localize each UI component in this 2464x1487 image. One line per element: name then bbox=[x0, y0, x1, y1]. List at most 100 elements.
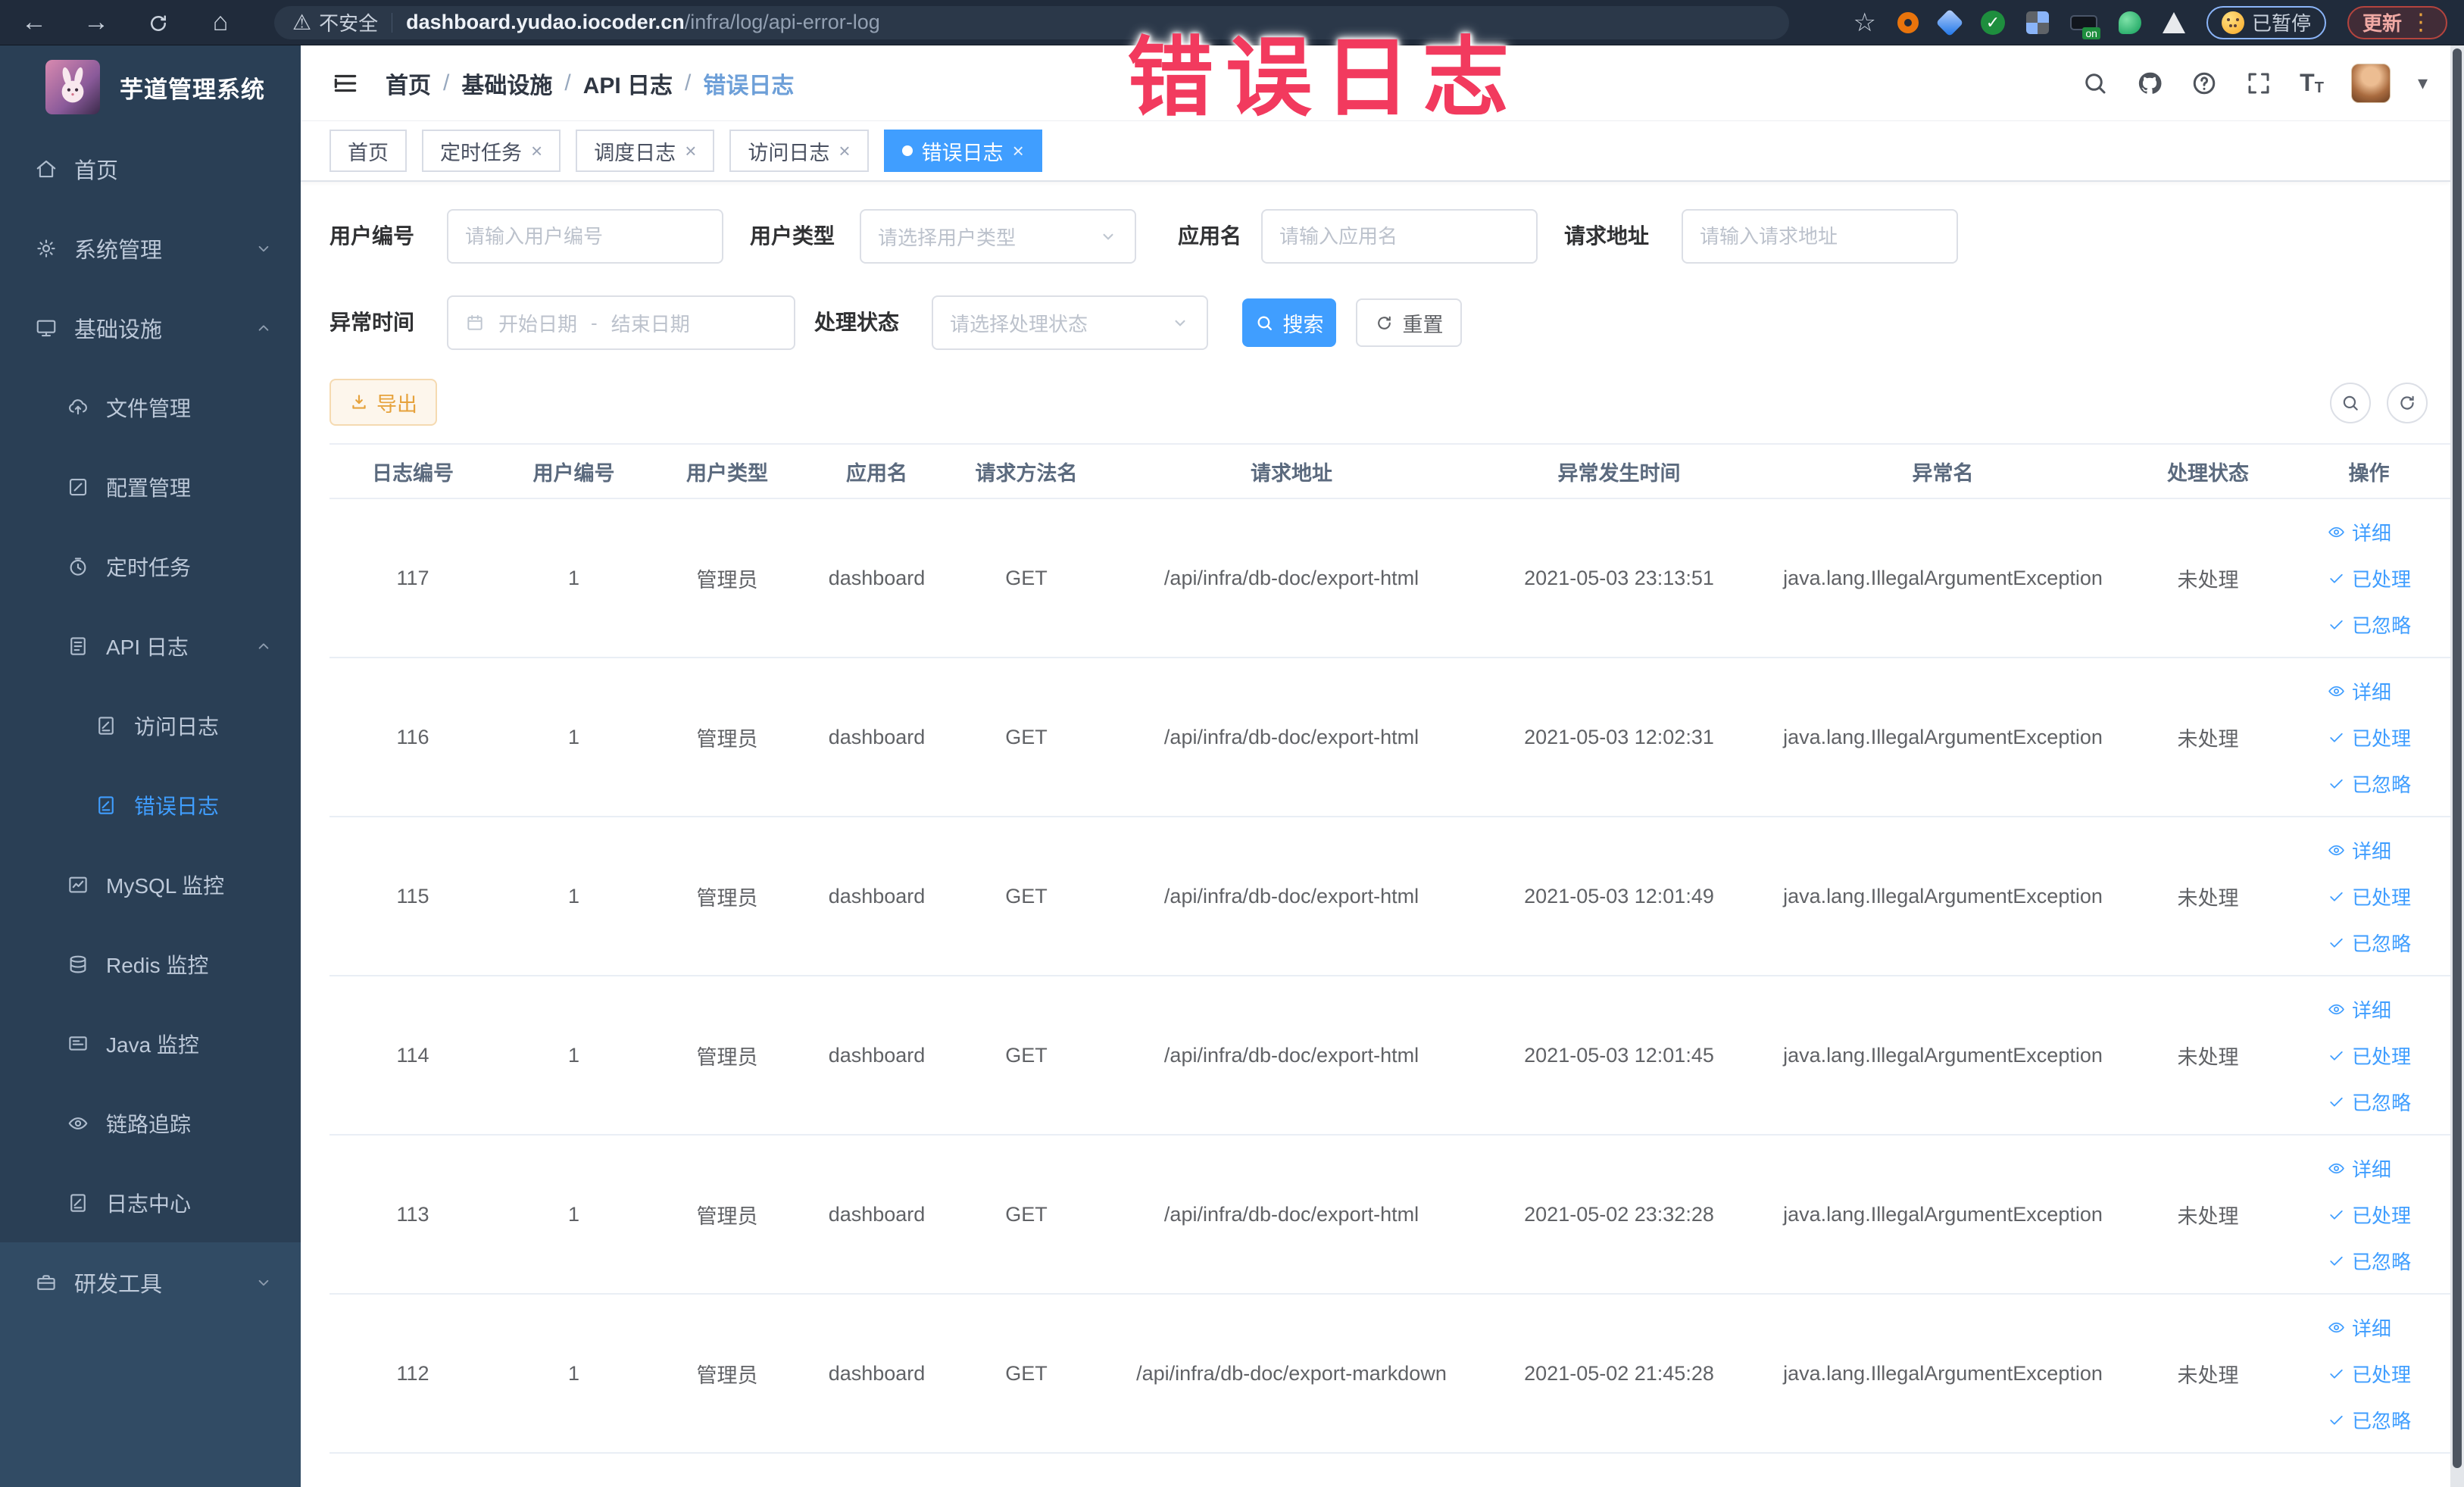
action-ignored-link[interactable]: 已忽略 bbox=[2327, 929, 2411, 957]
breadcrumb-item[interactable]: 首页 bbox=[386, 67, 431, 100]
process-status-select[interactable]: 请选择处理状态 bbox=[932, 295, 1208, 350]
tab-close-icon[interactable]: × bbox=[839, 139, 850, 163]
github-icon[interactable] bbox=[2136, 70, 2163, 97]
action-detail-link[interactable]: 详细 bbox=[2327, 1154, 2391, 1182]
update-button-label: 更新 bbox=[2362, 12, 2402, 35]
sidebar-item-file-management[interactable]: 文件管理 bbox=[0, 367, 301, 447]
help-icon[interactable] bbox=[2191, 70, 2218, 97]
breadcrumb-item[interactable]: 基础设施 bbox=[461, 67, 552, 100]
sidebar-item-config-management[interactable]: 配置管理 bbox=[0, 447, 301, 526]
extension-check-icon[interactable]: ✓ bbox=[1980, 10, 2005, 35]
action-detail-link[interactable]: 详细 bbox=[2327, 1314, 2391, 1342]
bookmark-star-icon[interactable]: ☆ bbox=[1853, 8, 1875, 38]
user-id-input[interactable] bbox=[447, 209, 723, 264]
tab-access-log[interactable]: 访问日志 × bbox=[729, 130, 869, 172]
app-name-input[interactable] bbox=[1261, 209, 1538, 264]
extension-orange-icon[interactable] bbox=[1897, 11, 1919, 33]
tab-job[interactable]: 定时任务 × bbox=[422, 130, 561, 172]
user-type-select[interactable]: 请选择用户类型 bbox=[860, 209, 1136, 264]
extensions-puzzle-icon[interactable] bbox=[2162, 11, 2185, 33]
page-scrollbar[interactable] bbox=[2450, 45, 2464, 1487]
browser-update-button[interactable]: 更新 ⋮ bbox=[2347, 5, 2447, 39]
browser-home-icon[interactable]: ⌂ bbox=[203, 8, 238, 37]
reset-button[interactable]: 重置 bbox=[1356, 298, 1462, 347]
action-ignored-link[interactable]: 已忽略 bbox=[2327, 1088, 2411, 1116]
extension-toggle-icon[interactable]: on bbox=[2069, 14, 2100, 39]
export-button[interactable]: 导出 bbox=[329, 379, 437, 426]
check-icon bbox=[2330, 573, 2343, 583]
action-processed-link[interactable]: 已处理 bbox=[2327, 1360, 2411, 1388]
action-label: 已忽略 bbox=[2351, 1409, 2411, 1432]
action-processed-link[interactable]: 已处理 bbox=[2327, 1042, 2411, 1070]
tab-job-log[interactable]: 调度日志 × bbox=[576, 130, 715, 172]
refresh-table-button[interactable] bbox=[2387, 383, 2428, 423]
scrollbar-thumb[interactable] bbox=[2453, 48, 2462, 1468]
action-detail-link[interactable]: 详细 bbox=[2327, 518, 2391, 546]
paused-badge-label: 已暂停 bbox=[2251, 12, 2311, 35]
sidebar-item-system-management[interactable]: 系统管理 bbox=[0, 208, 301, 288]
user-avatar[interactable] bbox=[2350, 63, 2391, 103]
action-detail-link[interactable]: 详细 bbox=[2327, 995, 2391, 1023]
sidebar-item-dev-tools[interactable]: 研发工具 bbox=[0, 1242, 301, 1322]
browser-reload-icon[interactable] bbox=[141, 8, 176, 37]
sidebar-collapse-icon[interactable] bbox=[331, 69, 360, 98]
sidebar-item-api-log[interactable]: API 日志 bbox=[0, 606, 301, 686]
cell-time: 2021-05-03 12:01:45 bbox=[1481, 976, 1757, 1136]
action-ignored-link[interactable]: 已忽略 bbox=[2327, 1247, 2411, 1275]
search-button[interactable]: 搜索 bbox=[1242, 298, 1336, 347]
browser-forward-icon[interactable]: → bbox=[79, 8, 114, 37]
avatar-caret-icon[interactable]: ▾ bbox=[2418, 71, 2428, 95]
browser-back-icon[interactable]: ← bbox=[17, 8, 52, 37]
tab-home[interactable]: 首页 bbox=[329, 130, 407, 172]
exception-time-range-picker[interactable]: 开始日期 - 结束日期 bbox=[447, 295, 795, 350]
cell-user_type: 管理员 bbox=[651, 976, 803, 1136]
cell-url: /api/infra/db-doc/export-html bbox=[1102, 976, 1481, 1136]
sidebar-item-mysql-monitor[interactable]: MySQL 监控 bbox=[0, 845, 301, 924]
request-url-label: 请求地址 bbox=[1564, 224, 1650, 248]
sidebar-item-error-log[interactable]: 错误日志 bbox=[0, 765, 301, 845]
action-processed-link[interactable]: 已处理 bbox=[2327, 1201, 2411, 1229]
sidebar-item-trace[interactable]: 链路追踪 bbox=[0, 1083, 301, 1163]
sidebar-item-infrastructure[interactable]: 基础设施 bbox=[0, 288, 301, 367]
extension-leaf-icon[interactable] bbox=[2118, 11, 2141, 34]
sidebar-item-scheduled-jobs[interactable]: 定时任务 bbox=[0, 526, 301, 606]
breadcrumb-item[interactable]: API 日志 bbox=[583, 67, 673, 100]
action-processed-link[interactable]: 已处理 bbox=[2327, 564, 2411, 592]
tab-close-icon[interactable]: × bbox=[1013, 139, 1024, 163]
extension-grid-icon[interactable] bbox=[2025, 11, 2049, 34]
chart-icon bbox=[69, 876, 87, 892]
tab-error-log[interactable]: 错误日志 × bbox=[883, 130, 1042, 172]
cell-method: GET bbox=[951, 1135, 1102, 1295]
exception-time-label: 异常时间 bbox=[329, 311, 415, 334]
action-detail-link[interactable]: 详细 bbox=[2327, 677, 2391, 705]
tab-close-icon[interactable]: × bbox=[685, 139, 696, 163]
browser-address-bar[interactable]: ⚠ 不安全 dashboard.yudao.iocoder.cn /infra/… bbox=[274, 5, 1789, 39]
kebab-menu-icon[interactable]: ⋮ bbox=[2409, 9, 2432, 36]
check-icon bbox=[2330, 1097, 2343, 1107]
font-size-icon[interactable]: TT bbox=[2300, 69, 2324, 97]
sidebar-item-home[interactable]: 首页 bbox=[0, 129, 301, 208]
extension-gem-icon[interactable] bbox=[1935, 8, 1964, 36]
sidebar-item-access-log[interactable]: 访问日志 bbox=[0, 686, 301, 765]
header-search-icon[interactable] bbox=[2081, 70, 2109, 97]
cell-id: 116 bbox=[329, 658, 496, 817]
sidebar-item-log-center[interactable]: 日志中心 bbox=[0, 1163, 301, 1242]
tab-close-icon[interactable]: × bbox=[531, 139, 542, 163]
action-ignored-link[interactable]: 已忽略 bbox=[2327, 770, 2411, 798]
sidebar-item-java-monitor[interactable]: Java 监控 bbox=[0, 1004, 301, 1083]
sidebar-item-label: 访问日志 bbox=[134, 714, 220, 739]
app-logo-row[interactable]: 芋道管理系统 bbox=[0, 45, 301, 129]
action-processed-link[interactable]: 已处理 bbox=[2327, 723, 2411, 751]
toggle-search-button[interactable] bbox=[2330, 383, 2371, 423]
request-url-input[interactable] bbox=[1682, 209, 1958, 264]
paused-extension-badge[interactable]: 已暂停 bbox=[2206, 5, 2326, 39]
cell-id: 114 bbox=[329, 976, 496, 1136]
action-label: 详细 bbox=[2351, 998, 2391, 1022]
action-ignored-link[interactable]: 已忽略 bbox=[2327, 611, 2411, 639]
cell-user_type: 管理员 bbox=[651, 1135, 803, 1295]
sidebar-item-redis-monitor[interactable]: Redis 监控 bbox=[0, 924, 301, 1004]
fullscreen-icon[interactable] bbox=[2245, 70, 2272, 97]
action-detail-link[interactable]: 详细 bbox=[2327, 836, 2391, 864]
action-processed-link[interactable]: 已处理 bbox=[2327, 883, 2411, 911]
action-ignored-link[interactable]: 已忽略 bbox=[2327, 1406, 2411, 1434]
